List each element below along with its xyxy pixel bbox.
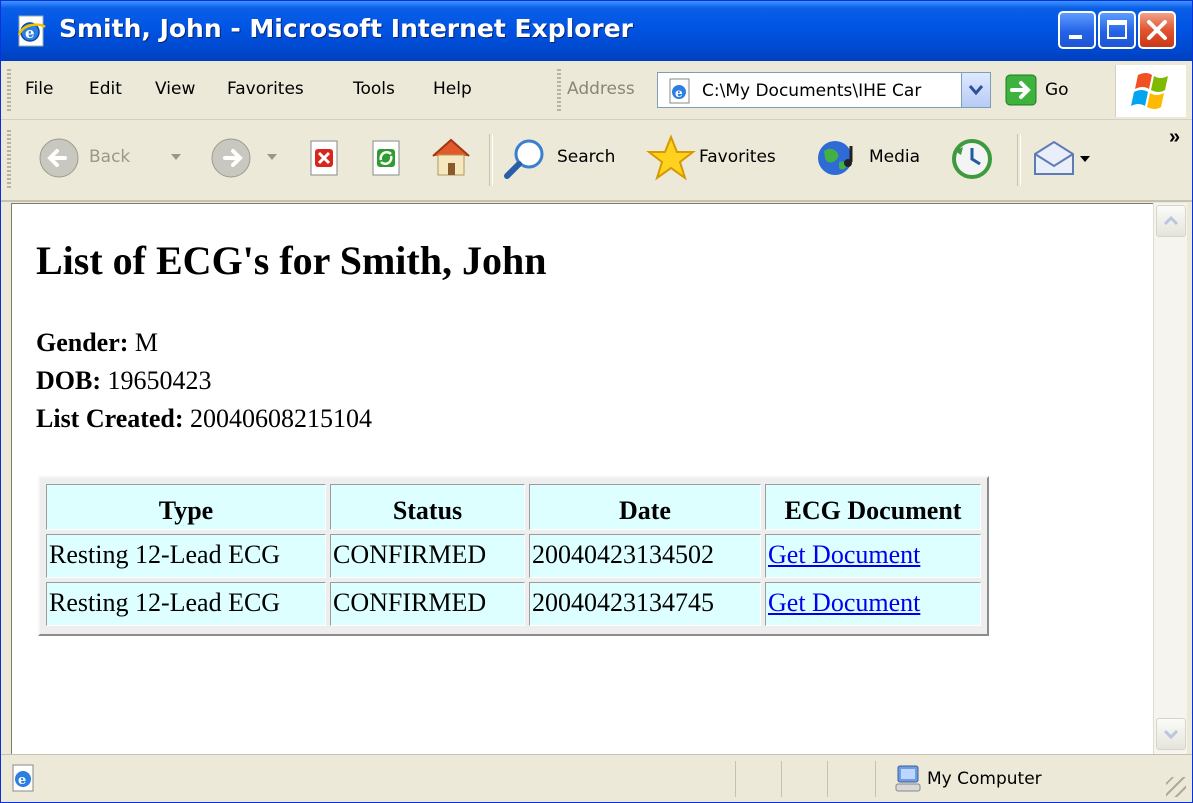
menu-file[interactable]: File: [25, 79, 53, 99]
toolbar-overflow-chevron[interactable]: »: [1169, 126, 1180, 149]
address-label: Address: [567, 79, 635, 99]
search-button[interactable]: Search: [501, 120, 629, 200]
favorites-star-icon: [645, 134, 697, 187]
menu-help[interactable]: Help: [433, 79, 472, 99]
menu-favorites[interactable]: Favorites: [227, 79, 304, 99]
standard-toolbar: Back Search Favorites Media »: [1, 120, 1192, 202]
forward-arrow-icon: [209, 136, 253, 185]
window-title: Smith, John - Microsoft Internet Explore…: [59, 14, 633, 43]
page-content: List of ECG's for Smith, John Gender: M …: [11, 203, 1153, 754]
menu-bar: File Edit View Favorites Tools Help Addr…: [1, 61, 1192, 120]
svg-text:e: e: [18, 773, 26, 788]
history-button[interactable]: [949, 120, 999, 200]
table-cell-type: Resting 12-Lead ECG: [46, 534, 326, 578]
my-computer-icon: [893, 763, 923, 800]
ie-page-icon: e: [13, 13, 49, 49]
back-button[interactable]: Back: [37, 120, 197, 200]
menu-tools[interactable]: Tools: [353, 79, 395, 99]
created-label: List Created:: [36, 404, 184, 433]
created-value: 20040608215104: [190, 404, 373, 433]
toolbar-separator: [1017, 134, 1021, 186]
forward-dropdown-icon[interactable]: [265, 150, 279, 169]
go-arrow-icon: [1005, 74, 1037, 111]
media-label: Media: [869, 147, 921, 167]
svg-text:e: e: [675, 86, 683, 100]
status-panel: [735, 761, 736, 797]
refresh-icon: [367, 138, 407, 183]
back-arrow-icon: [37, 136, 81, 185]
menu-view[interactable]: View: [155, 79, 195, 99]
favorites-button[interactable]: Favorites: [645, 120, 801, 200]
forward-button[interactable]: [209, 120, 289, 200]
maximize-button[interactable]: [1098, 11, 1136, 49]
gender-line: Gender: M: [36, 328, 158, 358]
address-value: C:\My Documents\IHE Car: [702, 81, 922, 101]
menu-grip[interactable]: [7, 69, 11, 113]
scroll-up-button[interactable]: [1156, 205, 1186, 237]
address-grip[interactable]: [557, 69, 561, 113]
mail-dropdown-icon[interactable]: [1079, 152, 1091, 170]
status-panel: [875, 761, 876, 797]
table-header-status: Status: [330, 484, 525, 530]
table-cell-status: CONFIRMED: [330, 534, 525, 578]
gender-value: M: [134, 328, 159, 357]
address-field[interactable]: e C:\My Documents\IHE Car: [657, 72, 991, 108]
refresh-button[interactable]: [367, 120, 411, 200]
stop-button[interactable]: [305, 120, 349, 200]
media-globe-icon: [815, 136, 863, 185]
table-header-ecg-document: ECG Document: [765, 484, 981, 530]
table-header-type: Type: [46, 484, 326, 530]
security-zone-label: My Computer: [927, 769, 1042, 789]
windows-logo: [1115, 65, 1186, 117]
status-panel: [827, 761, 828, 797]
resize-grip[interactable]: [1166, 777, 1186, 797]
search-icon: [501, 136, 549, 187]
browser-window: e Smith, John - Microsoft Internet Explo…: [0, 0, 1193, 803]
ie-page-icon: e: [666, 77, 694, 110]
table-header-date: Date: [529, 484, 761, 530]
scroll-down-button[interactable]: [1156, 718, 1186, 750]
menu-edit[interactable]: Edit: [89, 79, 122, 99]
get-document-link[interactable]: Get Document: [768, 540, 920, 569]
back-label: Back: [89, 147, 131, 167]
search-label: Search: [557, 147, 616, 167]
created-line: List Created: 20040608215104: [36, 404, 372, 434]
dob-label: DOB:: [36, 366, 101, 395]
minimize-button[interactable]: [1058, 11, 1096, 49]
get-document-link[interactable]: Get Document: [768, 588, 920, 617]
mail-envelope-icon: [1031, 138, 1077, 183]
page-title: List of ECG's for Smith, John: [36, 238, 547, 283]
dob-line: DOB: 19650423: [36, 366, 212, 396]
ie-page-icon: e: [9, 763, 39, 798]
go-button[interactable]: Go: [1005, 74, 1083, 106]
status-panel: [781, 761, 782, 797]
favorites-label: Favorites: [699, 147, 776, 167]
gender-label: Gender:: [36, 328, 129, 357]
table-cell-status: CONFIRMED: [330, 582, 525, 626]
table-cell-document: Get Document: [765, 534, 981, 578]
dob-value: 19650423: [107, 366, 212, 395]
media-button[interactable]: Media: [815, 120, 937, 200]
title-bar[interactable]: e Smith, John - Microsoft Internet Explo…: [1, 1, 1192, 61]
table-cell-date: 20040423134745: [529, 582, 761, 626]
address-dropdown-button[interactable]: [961, 73, 990, 107]
stop-icon: [305, 138, 345, 183]
toolbar-grip[interactable]: [7, 130, 11, 190]
back-dropdown-icon[interactable]: [169, 150, 183, 169]
history-icon: [949, 136, 995, 187]
table-cell-date: 20040423134502: [529, 534, 761, 578]
home-icon: [427, 134, 475, 185]
go-label: Go: [1045, 80, 1069, 100]
mail-button[interactable]: [1031, 120, 1095, 200]
ecg-table: Type Status Date ECG Document Resting 12…: [38, 476, 989, 636]
vertical-scrollbar[interactable]: [1153, 203, 1187, 754]
home-button[interactable]: [427, 120, 477, 200]
table-cell-type: Resting 12-Lead ECG: [46, 582, 326, 626]
table-cell-document: Get Document: [765, 582, 981, 626]
toolbar-separator: [489, 134, 493, 186]
close-button[interactable]: [1138, 11, 1176, 49]
status-bar: e My Computer: [1, 754, 1192, 802]
